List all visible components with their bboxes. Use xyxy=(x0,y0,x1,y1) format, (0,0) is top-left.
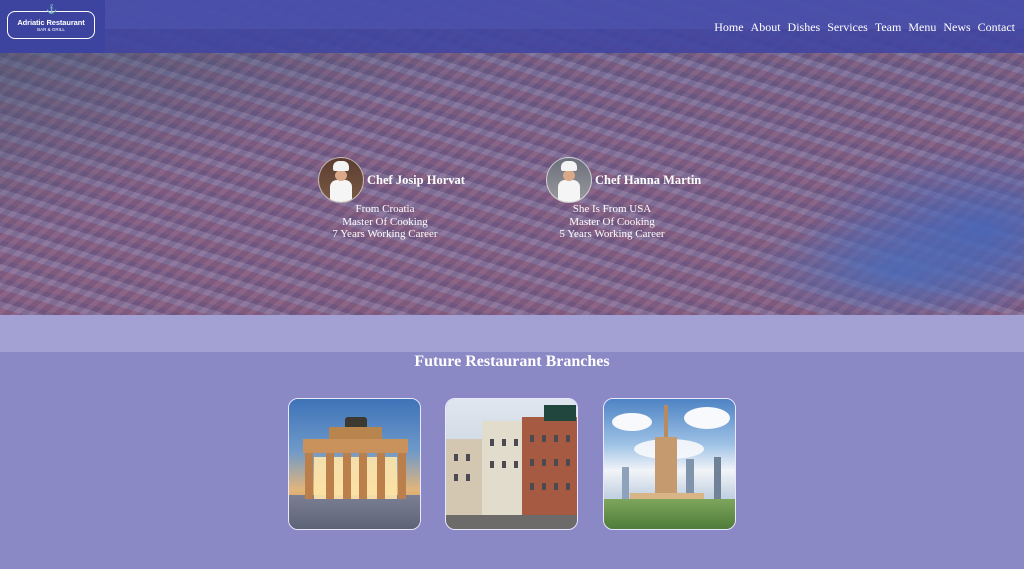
nav-news-link[interactable]: News xyxy=(943,20,970,35)
branch-image-street[interactable] xyxy=(445,398,578,530)
brand-subtitle: BAR & GRILL xyxy=(37,27,65,32)
street-window xyxy=(542,435,546,442)
gate-column xyxy=(305,453,313,499)
city-cloud xyxy=(684,407,730,429)
gate-light xyxy=(314,457,326,499)
street-window xyxy=(542,483,546,490)
branches-title: Future Restaurant Branches xyxy=(414,353,610,370)
street-window xyxy=(566,483,570,490)
branch-image-gate[interactable] xyxy=(288,398,421,530)
chef-avatar xyxy=(546,157,592,203)
navbar: ⚓ Adriatic Restaurant BAR & GRILL Home A… xyxy=(0,0,1024,53)
nav-team-link[interactable]: Team xyxy=(875,20,901,35)
street-window xyxy=(566,435,570,442)
gate-column xyxy=(343,453,351,499)
street-window xyxy=(454,454,458,461)
chef-figure-head xyxy=(563,170,575,181)
street-window xyxy=(490,439,494,446)
street-building xyxy=(482,421,524,519)
street-window xyxy=(542,459,546,466)
street-building xyxy=(522,417,577,519)
street-window xyxy=(554,435,558,442)
street-window xyxy=(554,459,558,466)
section-divider-band xyxy=(0,315,1024,352)
street-window xyxy=(490,461,494,468)
gate-column xyxy=(377,453,385,499)
logo-container[interactable]: ⚓ Adriatic Restaurant BAR & GRILL xyxy=(0,0,105,53)
gate-column xyxy=(326,453,334,499)
city-spire xyxy=(664,405,668,439)
street-window xyxy=(466,454,470,461)
street-road xyxy=(446,515,577,529)
gate-column xyxy=(398,453,406,499)
city-cloud xyxy=(612,413,652,431)
nav-contact-link[interactable]: Contact xyxy=(978,20,1015,35)
nav-home-link[interactable]: Home xyxy=(714,20,743,35)
street-window xyxy=(454,474,458,481)
street-window xyxy=(530,435,534,442)
chef-figure-body xyxy=(558,180,580,202)
gate-ground xyxy=(289,495,420,529)
nav-about-link[interactable]: About xyxy=(751,20,781,35)
main-nav: Home About Dishes Services Team Menu New… xyxy=(714,20,1015,35)
street-window xyxy=(502,439,506,446)
chef-experience: 5 Years Working Career xyxy=(559,228,665,240)
chef-name: Chef Hanna Martin xyxy=(595,173,702,187)
chef-hat-icon xyxy=(561,161,577,171)
chef-name: Chef Josip Horvat xyxy=(367,173,465,187)
street-window xyxy=(530,483,534,490)
branch-image-city-tower[interactable] xyxy=(603,398,736,530)
chef-origin: She Is From USA xyxy=(572,203,652,215)
chef-details: From Croatia Master Of Cooking 7 Years W… xyxy=(270,203,500,241)
crest-icon: ⚓ xyxy=(46,4,58,14)
chef-experience: 7 Years Working Career xyxy=(332,228,438,240)
street-sign xyxy=(544,405,576,421)
brand-name: Adriatic Restaurant xyxy=(17,18,85,27)
street-window xyxy=(530,459,534,466)
nav-menu-link[interactable]: Menu xyxy=(908,20,936,35)
chef-details: She Is From USA Master Of Cooking 5 Year… xyxy=(497,203,727,241)
chef-avatar xyxy=(318,157,364,203)
gate-column xyxy=(359,453,367,499)
street-window xyxy=(502,461,506,468)
hero-section: ⚓ Adriatic Restaurant BAR & GRILL Home A… xyxy=(0,0,1024,315)
city-trees xyxy=(604,499,735,529)
street-window xyxy=(514,461,518,468)
street-building xyxy=(446,439,484,519)
street-window xyxy=(554,483,558,490)
gate-entablature xyxy=(303,439,408,453)
chef-title: Master Of Cooking xyxy=(342,215,428,228)
nav-dishes-link[interactable]: Dishes xyxy=(788,20,821,35)
chef-card: Chef Hanna Martin She Is From USA Master… xyxy=(546,157,776,247)
gate-light xyxy=(385,457,397,499)
chef-figure-body xyxy=(330,180,352,202)
nav-services-link[interactable]: Services xyxy=(827,20,868,35)
street-window xyxy=(466,474,470,481)
chef-figure-head xyxy=(335,170,347,181)
street-window xyxy=(514,439,518,446)
street-window xyxy=(566,459,570,466)
chef-title: Master Of Cooking xyxy=(569,215,655,228)
chef-origin: From Croatia xyxy=(355,203,415,215)
chef-hat-icon xyxy=(333,161,349,171)
brand-logo[interactable]: ⚓ Adriatic Restaurant BAR & GRILL xyxy=(7,4,95,39)
